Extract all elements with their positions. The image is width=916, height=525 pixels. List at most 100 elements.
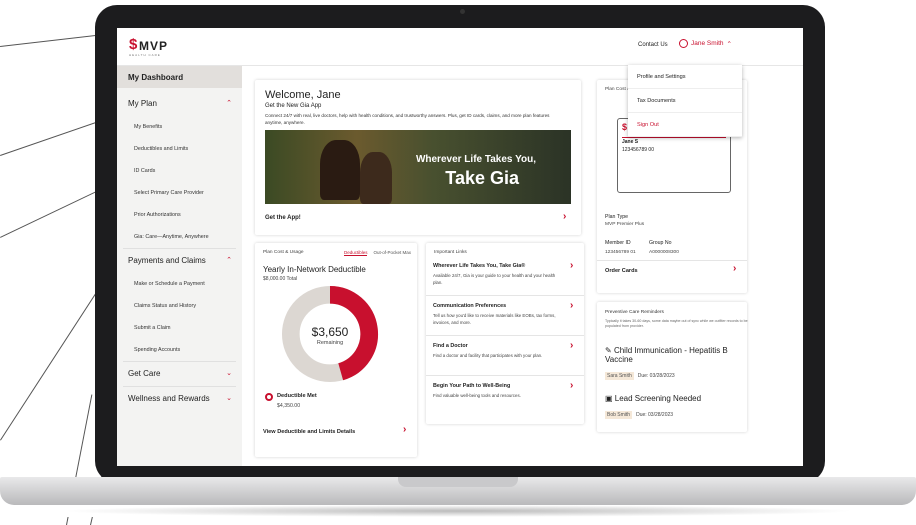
sidebar: My Dashboard My Plan ⌃ My Benefits Deduc… — [117, 66, 242, 466]
chevron-right-icon[interactable]: › — [733, 263, 736, 274]
top-bar: $ MVP HEALTH CARE Contact Us Jane Smith … — [117, 28, 803, 66]
reminder-person: Bob Smith — [605, 411, 633, 419]
member-id-label: Member ID — [605, 240, 631, 246]
deductible-met-label: Deductible Met — [277, 393, 317, 399]
user-dropdown-menu: Profile and Settings Tax Documents Sign … — [628, 65, 742, 137]
tab-deductibles[interactable]: Deductibles — [343, 250, 368, 256]
link-desc: Available 24/7, Gia is your guide to you… — [433, 273, 556, 285]
view-deductible-link[interactable]: View Deductible and Limits Details — [263, 429, 355, 435]
divider — [426, 375, 584, 376]
sidebar-item-my-benefits[interactable]: My Benefits — [117, 116, 242, 138]
laptop-notch — [398, 477, 518, 487]
sidebar-item-spending-accounts[interactable]: Spending Accounts — [117, 339, 242, 361]
sidebar-item-select-pcp[interactable]: Select Primary Care Provider — [117, 182, 242, 204]
sidebar-item-gia-care[interactable]: Gia: Care—Anytime, Anywhere — [117, 226, 242, 248]
deductible-title: Yearly In-Network Deductible — [263, 265, 366, 274]
chevron-down-icon: ⌄ — [226, 370, 232, 377]
deductible-met-icon — [265, 393, 273, 401]
order-cards-link[interactable]: Order Cards — [605, 268, 638, 274]
group-no-label: Group No — [649, 240, 672, 246]
user-menu-button[interactable]: Jane Smith ⌃ — [679, 39, 732, 48]
chevron-up-icon: ⌃ — [226, 100, 232, 107]
link-desc: Find a doctor and facility that particip… — [433, 353, 543, 358]
reminder-due: Due: 03/28/2023 — [636, 412, 674, 418]
menu-item-profile[interactable]: Profile and Settings — [628, 65, 742, 89]
remaining-label: Remaining — [316, 340, 344, 346]
card-id: 123456789 00 — [622, 147, 654, 153]
welcome-card: Welcome, Jane Get the New Gia App Connec… — [255, 80, 581, 235]
sidebar-section-label: My Plan — [128, 99, 157, 108]
sidebar-section-wellness[interactable]: Wellness and Rewards ⌄ — [117, 387, 242, 411]
deductible-tabs: Deductibles Out-of-Pocket Max — [343, 250, 411, 256]
user-icon — [679, 39, 688, 48]
menu-item-sign-out[interactable]: Sign Out — [628, 113, 742, 137]
link-title: Wherever Life Takes You, Take Gia® — [433, 263, 526, 269]
chevron-right-icon[interactable]: › — [570, 300, 573, 311]
logo-text: MVP — [139, 39, 169, 53]
card-header: Important Links — [434, 250, 467, 255]
card-header: Plan Cost & — [605, 87, 631, 92]
divider — [426, 335, 584, 336]
logo-mark-icon: $ — [129, 36, 138, 53]
pencil-icon: ✎ — [605, 346, 614, 355]
member-id-value: 123456789 01 — [605, 250, 636, 255]
camera-dot — [460, 9, 465, 14]
chevron-down-icon: ⌄ — [226, 395, 232, 402]
link-item-well-being[interactable]: Begin Your Path to Well-Being Find valua… — [433, 383, 563, 400]
sidebar-item-prior-auth[interactable]: Prior Authorizations — [117, 204, 242, 226]
plan-type-value: MVP Premier Plus — [605, 222, 645, 227]
sidebar-item-claims-status[interactable]: Claims Status and History — [117, 295, 242, 317]
link-desc: Tell us how you'd like to receive materi… — [433, 313, 556, 325]
sidebar-section-payments[interactable]: Payments and Claims ⌃ — [117, 249, 242, 273]
tab-out-of-pocket[interactable]: Out-of-Pocket Max — [373, 250, 411, 256]
gia-banner-image: Wherever Life Takes You, Take Gia — [265, 130, 571, 204]
card-line — [622, 137, 726, 138]
link-item-gia[interactable]: Wherever Life Takes You, Take Gia® Avail… — [433, 263, 563, 286]
group-no-value: A0000008300 — [649, 250, 679, 255]
reminder-title: Lead Screening Needed — [614, 394, 702, 403]
divider — [426, 295, 584, 296]
laptop-shadow — [60, 505, 856, 517]
reminder-item[interactable]: ✎ Child Immunication - Hepatitis B Vacci… — [605, 346, 745, 382]
chevron-right-icon[interactable]: › — [563, 211, 566, 222]
sidebar-item-id-cards[interactable]: ID Cards — [117, 160, 242, 182]
sidebar-section-get-care[interactable]: Get Care ⌄ — [117, 362, 242, 386]
sidebar-item-dashboard[interactable]: My Dashboard — [117, 66, 242, 88]
person-figure — [320, 140, 360, 200]
logo-subtitle: HEALTH CARE — [129, 53, 161, 57]
chevron-right-icon[interactable]: › — [403, 424, 406, 435]
sidebar-item-deductibles[interactable]: Deductibles and Limits — [117, 138, 242, 160]
app-screen: $ MVP HEALTH CARE Contact Us Jane Smith … — [117, 28, 803, 466]
reminder-title: Child Immunication - Hepatitis B Vaccine — [605, 346, 728, 364]
card-header: Plan Cost & Usage — [263, 250, 304, 255]
chevron-right-icon[interactable]: › — [570, 340, 573, 351]
contact-us-link[interactable]: Contact Us — [638, 42, 668, 48]
menu-item-tax-documents[interactable]: Tax Documents — [628, 89, 742, 113]
remaining-amount: $3,650 — [311, 325, 349, 339]
reminders-header: Preventive Care Reminders — [605, 310, 664, 315]
sidebar-section-my-plan[interactable]: My Plan ⌃ — [117, 92, 242, 116]
welcome-title: Welcome, Jane — [265, 89, 341, 101]
reminder-item[interactable]: ▣ Lead Screening Needed Bob Smith Due: 03… — [605, 394, 745, 421]
banner-line-2: Take Gia — [445, 168, 519, 188]
reminder-due: Due: 03/28/2023 — [637, 373, 675, 379]
chevron-up-icon: ⌃ — [726, 40, 732, 48]
divider — [597, 260, 747, 261]
banner-line-1: Wherever Life Takes You, — [415, 154, 536, 165]
link-item-find-doctor[interactable]: Find a Doctor Find a doctor and facility… — [433, 343, 563, 360]
sidebar-item-make-payment[interactable]: Make or Schedule a Payment — [117, 273, 242, 295]
link-title: Communication Preferences — [433, 303, 507, 309]
chevron-right-icon[interactable]: › — [570, 380, 573, 391]
sidebar-section-label: Get Care — [128, 369, 161, 378]
sidebar-item-submit-claim[interactable]: Submit a Claim — [117, 317, 242, 339]
important-links-card: Important Links Wherever Life Takes You,… — [426, 243, 584, 424]
welcome-subtitle: Get the New Gia App — [265, 103, 322, 109]
link-item-communication[interactable]: Communication Preferences Tell us how yo… — [433, 303, 563, 326]
link-desc: Find valuable well-being tools and resou… — [433, 393, 521, 398]
chevron-right-icon[interactable]: › — [570, 260, 573, 271]
logo[interactable]: $ MVP — [129, 36, 169, 54]
deductible-met-amount: $4,350.00 — [277, 403, 301, 409]
get-app-link[interactable]: Get the App! — [265, 215, 301, 221]
card-name: Jane S — [622, 139, 639, 145]
reminder-person: Sara Smith — [605, 372, 634, 380]
